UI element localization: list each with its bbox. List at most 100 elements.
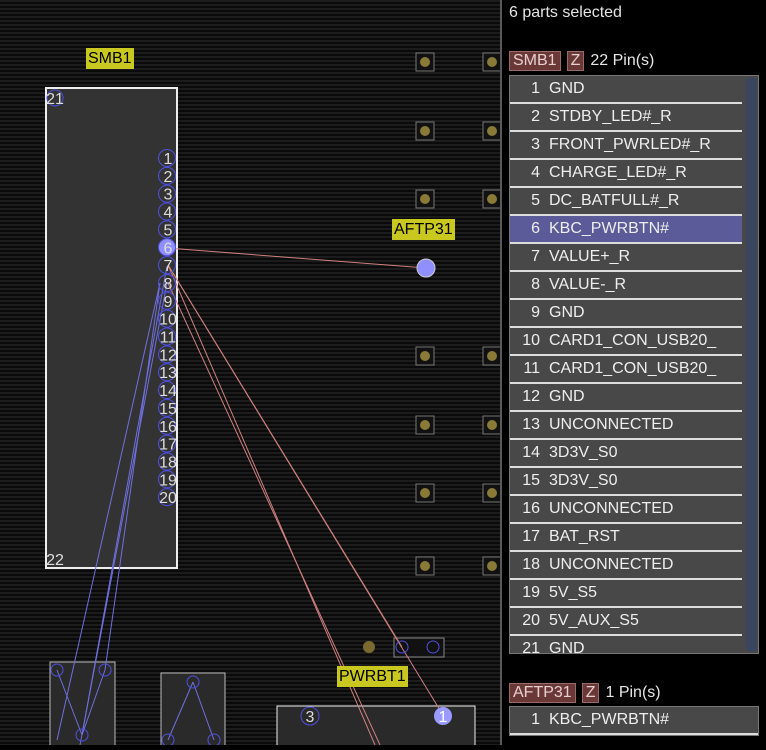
pin-row[interactable]: 14 3D3V_S0 (510, 440, 742, 468)
pad-via (487, 561, 497, 571)
pin-number: 8 (531, 276, 540, 293)
net-name: UNCONNECTED (549, 556, 674, 573)
pad-via (420, 488, 430, 498)
pin-number: 17 (522, 528, 540, 545)
pin-number: 11 (523, 360, 540, 377)
pad-via (487, 194, 497, 204)
pin-number: 21 (522, 640, 540, 654)
selection-status: 6 parts selected (509, 4, 622, 21)
net-name: FRONT_PWRLED#_R (549, 136, 711, 153)
pin-list-aftp31[interactable]: 1 KBC_PWRBTN# (509, 706, 759, 736)
pin-number: 4 (531, 164, 540, 181)
pin-label: 18 (159, 454, 177, 471)
pin-row[interactable]: 12 GND (510, 384, 742, 412)
pin-row[interactable]: 1 GND (510, 76, 742, 104)
net-name: 3D3V_S0 (549, 444, 618, 461)
pin-label: 6 (164, 240, 173, 257)
aftp31-pad[interactable] (416, 258, 436, 278)
pin-row[interactable]: 4 CHARGE_LED#_R (510, 160, 742, 188)
pin-row[interactable]: 16 UNCONNECTED (510, 496, 742, 524)
pad-via (420, 126, 430, 136)
pin-row[interactable]: 18 UNCONNECTED (510, 552, 742, 580)
net-name: VALUE+_R (549, 248, 631, 265)
pin-number: 7 (531, 248, 540, 265)
pin-row[interactable]: 13 UNCONNECTED (510, 412, 742, 440)
pad-via (487, 57, 497, 67)
net-name: BAT_RST (549, 528, 620, 545)
net-name: GND (549, 640, 585, 654)
net-name: 5V_AUX_S5 (549, 612, 639, 629)
pin-row[interactable]: 3 FRONT_PWRLED#_R (510, 132, 742, 160)
pad-via (420, 351, 430, 361)
pin-row[interactable]: 15 3D3V_S0 (510, 468, 742, 496)
pin-row[interactable]: 6 KBC_PWRBTN# (510, 216, 742, 244)
pcb-canvas[interactable]: 1 2 3 4 5 6 7 8 9 10 11 12 13 14 15 16 17 18 19 20 3 1 21 2… (0, 0, 502, 750)
pin-number: 12 (522, 388, 540, 405)
pwrbt1-refdes[interactable]: PWRBT1 (337, 666, 408, 687)
pin-number: 2 (531, 108, 540, 125)
pin-number: 19 (522, 584, 540, 601)
net-name: GND (549, 388, 585, 405)
pad-via (487, 420, 497, 430)
z-flag-button[interactable]: Z (566, 51, 585, 71)
pin-label: 21 (46, 91, 64, 108)
pin-count: 1 Pin(s) (605, 684, 661, 701)
pin-row[interactable]: 20 5V_AUX_S5 (510, 608, 742, 636)
pin-row[interactable]: 2 STDBY_LED#_R (510, 104, 742, 132)
pin-row[interactable]: 17 BAT_RST (510, 524, 742, 552)
net-name: UNCONNECTED (549, 500, 674, 517)
part-header-aftp31: AFTP31 Z 1 Pin(s) (509, 683, 661, 703)
pin-label: 10 (159, 312, 177, 329)
pin-row[interactable]: 7 VALUE+_R (510, 244, 742, 272)
pin-number: 14 (522, 444, 540, 461)
pin-row[interactable]: 10 CARD1_CON_USB20_ (510, 328, 742, 356)
pin-number: 6 (531, 220, 540, 237)
pin-label: 3 (164, 187, 173, 204)
pin-number: 16 (522, 500, 540, 517)
pin-row[interactable]: 1 KBC_PWRBTN# (510, 707, 758, 735)
part-name-tag[interactable]: AFTP31 (509, 683, 576, 703)
pad-via (420, 561, 430, 571)
pin-row[interactable]: 8 VALUE-_R (510, 272, 742, 300)
pin-row[interactable]: 19 5V_S5 (510, 580, 742, 608)
net-name: 3D3V_S0 (549, 472, 618, 489)
pin-count: 22 Pin(s) (590, 52, 655, 69)
via (363, 641, 375, 653)
net-name: STDBY_LED#_R (549, 108, 672, 125)
pad-via (487, 488, 497, 498)
net-name: KBC_PWRBTN# (549, 711, 670, 728)
pad-via (487, 351, 497, 361)
pin-label: 19 (159, 472, 177, 489)
pin-label: 7 (164, 258, 173, 275)
pin-row[interactable]: 5 DC_BATFULL#_R (510, 188, 742, 216)
pin-number: 13 (522, 416, 540, 433)
part-header-smb1: SMB1 Z 22 Pin(s) (509, 51, 654, 71)
pin-number: 5 (531, 192, 540, 209)
net-name: GND (549, 80, 585, 97)
pin-number: 18 (522, 556, 540, 573)
smb1-refdes[interactable]: SMB1 (86, 48, 134, 69)
pin-label: 12 (159, 347, 177, 364)
scrollbar[interactable] (746, 78, 757, 651)
z-flag-button[interactable]: Z (581, 683, 600, 703)
pin-label: 5 (164, 222, 173, 239)
pin-number: 10 (522, 332, 540, 349)
pad-via (420, 194, 430, 204)
pin-label: 3 (306, 709, 315, 726)
aftp31-refdes[interactable]: AFTP31 (392, 219, 455, 240)
pin-label: 2 (164, 169, 173, 186)
pin-row[interactable]: 11 CARD1_CON_USB20_ (510, 356, 742, 384)
part-name-tag[interactable]: SMB1 (509, 51, 561, 71)
pin-number: 15 (522, 472, 540, 489)
pin-list-smb1[interactable]: 1 GND 2 STDBY_LED#_R 3 FRONT_PWRLED#_R 4 CHARGE… (509, 75, 759, 654)
pin-label: 1 (439, 709, 448, 726)
pin-row[interactable]: 9 GND (510, 300, 742, 328)
net-name: UNCONNECTED (549, 416, 674, 433)
pin-row[interactable]: 21 GND (510, 636, 742, 654)
pin-number: 1 (531, 80, 540, 97)
pad-via (420, 420, 430, 430)
pin-label: 1 (164, 151, 173, 168)
pin-number: 3 (531, 136, 540, 153)
pin-label: 8 (164, 276, 173, 293)
pin-label: 9 (164, 294, 173, 311)
